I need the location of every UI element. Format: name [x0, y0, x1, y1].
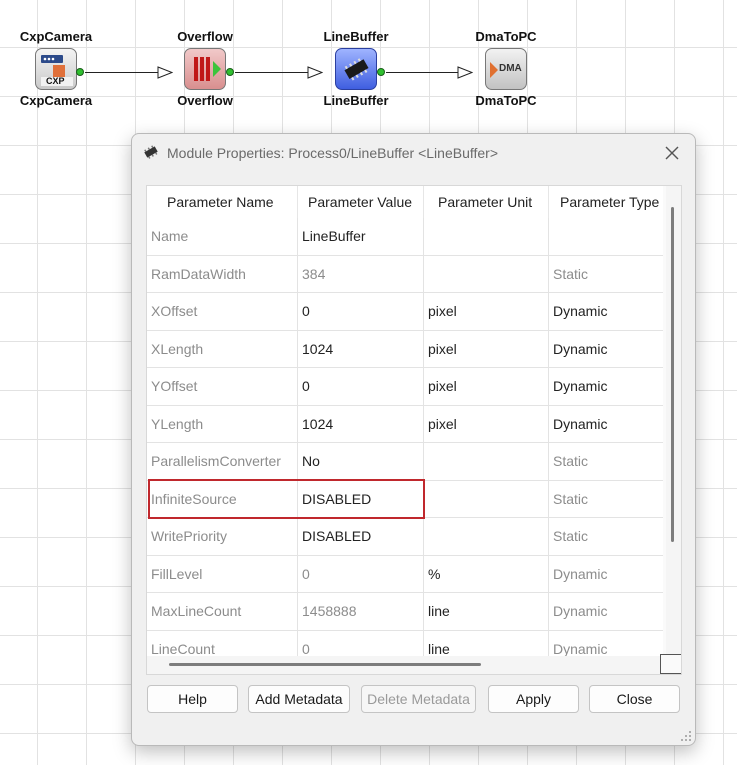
parameter-value-cell: 1458888	[298, 593, 424, 630]
parameter-type-cell: Static	[553, 528, 589, 544]
connection-wire[interactable]	[386, 72, 460, 73]
connection-wire[interactable]	[85, 72, 160, 73]
parameter-table: Parameter Name Parameter Value Parameter…	[146, 185, 682, 675]
close-button[interactable]: Close	[589, 685, 680, 713]
parameter-value-cell[interactable]: 1024	[298, 330, 424, 367]
chip-icon	[144, 145, 158, 159]
module-bottom-label: CxpCamera	[19, 93, 93, 108]
table-row[interactable]: RamDataWidth 384 Static	[147, 255, 663, 293]
input-arrow-icon	[457, 66, 473, 79]
parameter-value-cell[interactable]: 0	[298, 293, 424, 330]
module-top-label: Overflow	[177, 29, 233, 44]
scroll-corner	[660, 654, 681, 674]
parameter-type-cell	[549, 218, 663, 255]
parameter-type-cell: Dynamic	[553, 415, 608, 432]
table-row[interactable]: YLength 1024 pixel Dynamic	[147, 405, 663, 443]
table-row[interactable]: YOffset 0 pixel Dynamic	[147, 368, 663, 406]
table-row[interactable]: ParallelismConverter No Static	[147, 443, 663, 481]
parameter-name-cell: RamDataWidth	[147, 255, 298, 292]
module-top-label: LineBuffer	[323, 29, 389, 44]
column-header[interactable]: Parameter Type	[549, 186, 663, 218]
help-button[interactable]: Help	[147, 685, 238, 713]
add-metadata-button[interactable]: Add Metadata	[248, 685, 350, 713]
vertical-scrollbar[interactable]	[666, 186, 681, 656]
parameter-value-cell[interactable]: No	[298, 443, 424, 480]
parameter-unit-cell	[424, 218, 549, 255]
input-arrow-icon	[157, 66, 173, 79]
table-row[interactable]: FillLevel 0% Dynamic	[147, 555, 663, 593]
table-row[interactable]: WritePriority DISABLED Static	[147, 518, 663, 556]
apply-button[interactable]: Apply	[488, 685, 579, 713]
parameter-value-cell: 0	[298, 555, 424, 592]
dma-icon[interactable]: DMA	[485, 48, 527, 90]
parameter-type-cell: Static	[553, 265, 589, 282]
parameter-type-cell: Dynamic	[553, 378, 608, 394]
module-bottom-label: LineBuffer	[323, 93, 389, 108]
module-properties-dialog: Module Properties: Process0/LineBuffer <…	[131, 133, 696, 746]
dialog-title: Module Properties: Process0/LineBuffer <…	[167, 145, 499, 161]
parameter-value-cell[interactable]: LineBuffer	[298, 218, 424, 255]
module-top-label: DmaToPC	[475, 29, 537, 44]
input-arrow-icon	[307, 66, 323, 79]
parameter-name-cell: Name	[147, 218, 298, 255]
output-port[interactable]	[76, 68, 84, 76]
dialog-titlebar[interactable]: Module Properties: Process0/LineBuffer <…	[132, 134, 695, 172]
table-row[interactable]: Name LineBuffer	[147, 218, 663, 256]
parameter-unit-cell: line	[424, 593, 549, 630]
close-icon[interactable]	[661, 142, 683, 164]
parameter-unit-cell	[424, 480, 549, 517]
parameter-unit-cell: pixel	[424, 330, 549, 367]
table-row[interactable]: XOffset 0 pixel Dynamic	[147, 293, 663, 331]
parameter-value-cell[interactable]: 1024	[298, 405, 424, 442]
module-bottom-label: Overflow	[177, 93, 233, 108]
parameter-unit-cell: pixel	[424, 405, 549, 442]
table-header: Parameter Name Parameter Value Parameter…	[147, 186, 663, 218]
module-bottom-label: DmaToPC	[475, 93, 537, 108]
output-port[interactable]	[377, 68, 385, 76]
parameter-name-cell: MaxLineCount	[147, 593, 298, 630]
parameter-name-cell: XLength	[147, 330, 298, 367]
parameter-value-cell: 384	[298, 255, 424, 292]
connection-wire[interactable]	[235, 72, 310, 73]
vertical-scroll-thumb[interactable]	[671, 207, 674, 542]
dma-icon-text: DMA	[499, 63, 522, 74]
parameter-name-cell: WritePriority	[147, 518, 298, 555]
parameter-name-cell: XOffset	[147, 293, 298, 330]
parameter-type-cell: Static	[553, 490, 589, 507]
column-header[interactable]: Parameter Unit	[424, 186, 549, 218]
column-header[interactable]: Parameter Value	[298, 186, 424, 218]
column-header[interactable]: Parameter Name	[147, 186, 298, 218]
cxp-icon-text: CXP	[46, 76, 65, 86]
table-row[interactable]: MaxLineCount 1458888 line Dynamic	[147, 593, 663, 631]
parameter-unit-cell: pixel	[424, 368, 549, 405]
cxp-camera-icon[interactable]: CXP	[35, 48, 77, 90]
parameter-type-cell: Dynamic	[553, 340, 608, 357]
parameter-name-cell: YLength	[147, 405, 298, 442]
parameter-name-cell: YOffset	[147, 368, 298, 405]
horizontal-scroll-thumb[interactable]	[169, 663, 481, 666]
linebuffer-icon[interactable]	[335, 48, 377, 90]
highlight-box	[148, 479, 425, 519]
parameter-type-cell: Dynamic	[553, 603, 608, 619]
horizontal-scrollbar[interactable]	[147, 656, 666, 674]
parameter-unit-cell	[424, 443, 549, 480]
parameter-unit-cell	[424, 255, 549, 292]
parameter-type-cell: Static	[553, 453, 589, 469]
parameter-name-cell: FillLevel	[147, 555, 298, 592]
parameter-value-cell[interactable]: 0	[298, 368, 424, 405]
parameter-value-cell[interactable]: DISABLED	[298, 518, 424, 555]
table-row[interactable]: XLength 1024 pixel Dynamic	[147, 330, 663, 368]
output-port[interactable]	[226, 68, 234, 76]
delete-metadata-button[interactable]: Delete Metadata	[361, 685, 476, 713]
parameter-unit-cell: %	[424, 555, 549, 592]
module-top-label: CxpCamera	[19, 29, 93, 44]
resize-grip-icon[interactable]	[680, 730, 692, 742]
parameter-unit-cell: pixel	[424, 293, 549, 330]
module-cxpcamera[interactable]: CxpCamera CXP CxpCamera	[1, 29, 111, 109]
parameter-unit-cell	[424, 518, 549, 555]
overflow-icon[interactable]	[184, 48, 226, 90]
parameter-name-cell: ParallelismConverter	[147, 443, 298, 480]
parameter-type-cell: Dynamic	[553, 303, 608, 319]
parameter-type-cell: Dynamic	[553, 565, 608, 582]
